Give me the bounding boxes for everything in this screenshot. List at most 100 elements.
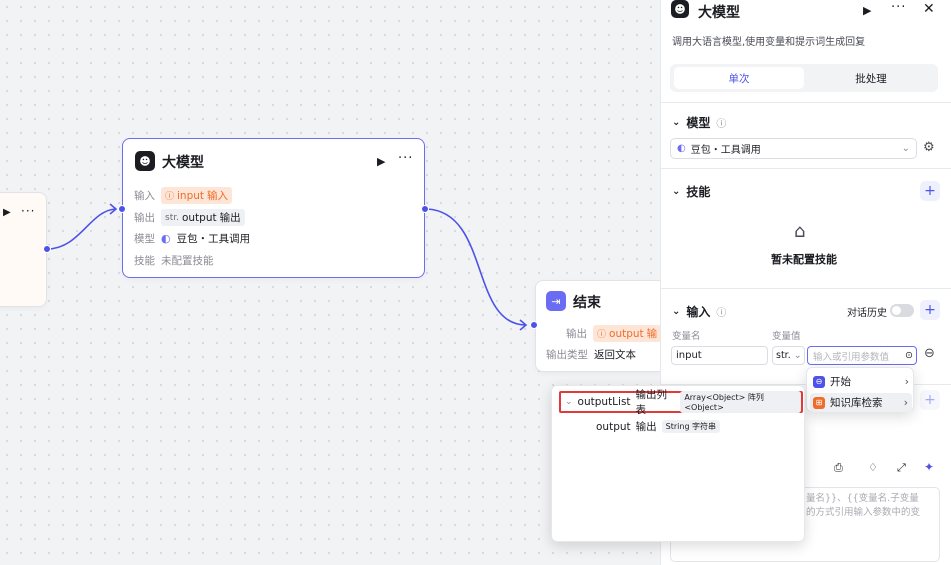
warning-icon: ⓘ — [597, 330, 607, 340]
end-output-type-row: 输出类型 返回文本 — [546, 347, 636, 362]
llm-icon: ☻ — [135, 151, 155, 171]
ref-menu-item-label: 知识库检索 — [830, 397, 883, 409]
chevron-down-icon[interactable]: ⌄ — [672, 117, 680, 128]
model-value: 豆包・工具调用 — [176, 233, 251, 245]
output-item[interactable]: output 输出 String 字符串 — [596, 419, 721, 434]
end-output-tag-value: 输 — [646, 328, 658, 340]
ai-sparkle-icon[interactable]: ✦ — [924, 460, 934, 474]
input-label: 输入 — [134, 190, 155, 202]
end-output-tag-name: output — [609, 327, 644, 340]
skills-section-title: 技能 — [686, 185, 711, 199]
end-output-type-value: 返回文本 — [594, 349, 636, 361]
llm-output-row: 输出 str. output 输出 — [134, 209, 245, 226]
model-label: 模型 — [134, 233, 155, 245]
tab-batch[interactable]: 批处理 — [806, 67, 936, 89]
left-node-output-port[interactable] — [43, 245, 51, 253]
add-input-button[interactable]: + — [920, 300, 940, 320]
input-section-title: 输入 — [686, 305, 711, 319]
ref-menu-item-knowledge[interactable]: ⊞ 知识库检索 › — [810, 393, 912, 412]
var-name-input[interactable]: input — [671, 346, 768, 365]
input-tag-name: input — [177, 189, 205, 202]
end-output-row: 输出 ⓘ output 输 — [566, 325, 662, 342]
chevron-down-icon[interactable]: ⌄ — [672, 186, 680, 197]
mode-tabs: 单次 批处理 — [670, 64, 938, 92]
col-name-header: 变量名 — [672, 331, 701, 342]
empty-box-icon: ⌂ — [794, 221, 806, 242]
more-icon[interactable]: ··· — [21, 204, 35, 218]
tab-single[interactable]: 单次 — [674, 67, 804, 89]
var-type-select[interactable]: str. ⌄ — [772, 346, 805, 365]
start-node-icon: ⊖ — [813, 375, 825, 388]
workflow-editor: ▶ ··· ☻ 大模型 ▶ ··· 输入 ⓘ input 输入 输出 str. — [0, 0, 951, 565]
output-list-desc: 输出列表 — [635, 389, 668, 416]
more-icon[interactable]: ··· — [891, 0, 906, 15]
skills-empty-text: 暂未配置技能 — [771, 253, 837, 266]
edge-llm-to-end — [426, 208, 527, 326]
remove-row-icon[interactable]: ⊖ — [924, 346, 935, 361]
llm-model-row: 模型 ◐ 豆包・工具调用 — [134, 231, 250, 246]
model-select-value: 豆包・工具调用 — [690, 145, 761, 156]
skill-label: 技能 — [134, 255, 155, 267]
left-node[interactable]: ▶ ··· — [0, 192, 47, 307]
info-icon: ⓘ — [716, 308, 727, 319]
template-icon[interactable]: ⎙ — [834, 461, 843, 475]
chat-history-label: 对话历史 — [847, 308, 887, 319]
llm-input-row: 输入 ⓘ input 输入 — [134, 187, 233, 204]
panel-title: 大模型 — [698, 5, 740, 21]
output-list-name: outputList — [577, 396, 631, 408]
add-skill-button[interactable]: + — [920, 181, 940, 201]
llm-output-port[interactable] — [421, 205, 429, 213]
output-list-type: Array<Object> 阵列<Object> — [680, 391, 801, 413]
reference-icon[interactable]: ⊙ — [905, 350, 913, 361]
output-label: 输出 — [134, 212, 155, 224]
output-list-item[interactable]: ⌄ outputList 输出列表 Array<Object> 阵列<Objec… — [559, 389, 803, 416]
doubao-logo-icon: ◐ — [677, 143, 686, 154]
input-tag-value: 输入 — [207, 190, 229, 202]
input-tag: ⓘ input 输入 — [161, 187, 233, 204]
doubao-logo-icon: ◐ — [161, 232, 171, 245]
skills-section: ⌄ 技能 + ⌂ 暂未配置技能 — [661, 168, 951, 288]
output-name: output — [181, 211, 217, 224]
more-icon[interactable]: ··· — [398, 151, 413, 166]
end-output-label: 输出 — [566, 328, 587, 340]
prompt-placeholder-line-2: 的方式引用输入参数中的变 — [806, 507, 921, 518]
gear-icon[interactable]: ⚙ — [923, 140, 935, 155]
play-icon[interactable]: ▶ — [3, 207, 11, 218]
model-section-title: 模型 — [686, 116, 711, 130]
chevron-down-icon[interactable]: ⌄ — [565, 397, 573, 407]
var-type-value: str. — [776, 350, 791, 361]
end-icon: ⇥ — [546, 291, 566, 311]
info-icon: ⓘ — [716, 119, 727, 130]
end-output-type-label: 输出类型 — [546, 349, 588, 361]
llm-input-port[interactable] — [118, 205, 126, 213]
model-select[interactable]: ◐ 豆包・工具调用 ⌄ — [670, 138, 917, 159]
llm-node-title: 大模型 — [162, 155, 204, 171]
end-input-port[interactable] — [530, 321, 538, 329]
output-value: 输出 — [219, 212, 241, 224]
chevron-down-icon[interactable]: ⌄ — [672, 306, 680, 317]
ref-menu-item-start[interactable]: ⊖ 开始 › — [813, 374, 911, 389]
llm-node[interactable]: ☻ 大模型 ▶ ··· 输入 ⓘ input 输入 输出 str. output… — [122, 138, 425, 278]
knowledge-icon: ⊞ — [813, 396, 825, 409]
edge-left-to-llm — [46, 208, 117, 250]
output-item-type: String 字符串 — [661, 420, 721, 433]
play-icon[interactable]: ▶ — [863, 4, 871, 17]
play-icon[interactable]: ▶ — [377, 155, 385, 168]
expand-icon[interactable]: ⤢ — [897, 461, 906, 475]
var-value-input[interactable]: 输入或引用参数值 ⊙ — [807, 346, 917, 365]
output-item-name: output — [596, 420, 631, 433]
chevron-right-icon: › — [903, 396, 908, 409]
end-node[interactable]: ⇥ 结束 输出 ⓘ output 输 输出类型 返回文本 — [535, 280, 675, 372]
add-output-button[interactable]: + — [920, 390, 940, 410]
bulb-icon[interactable]: ♢ — [868, 461, 878, 474]
panel-description: 调用大语言模型,使用变量和提示词生成回复 — [672, 37, 866, 48]
ref-menu-item-label: 开始 — [830, 376, 851, 388]
col-value-header: 变量值 — [772, 331, 801, 342]
chevron-down-icon: ⌄ — [901, 143, 910, 154]
output-type: str. — [165, 212, 179, 223]
skill-value: 未配置技能 — [161, 255, 214, 267]
end-output-tag: ⓘ output 输 — [593, 325, 662, 342]
end-node-title: 结束 — [573, 295, 601, 311]
chat-history-toggle[interactable] — [890, 304, 914, 317]
close-icon[interactable]: ✕ — [923, 1, 935, 17]
